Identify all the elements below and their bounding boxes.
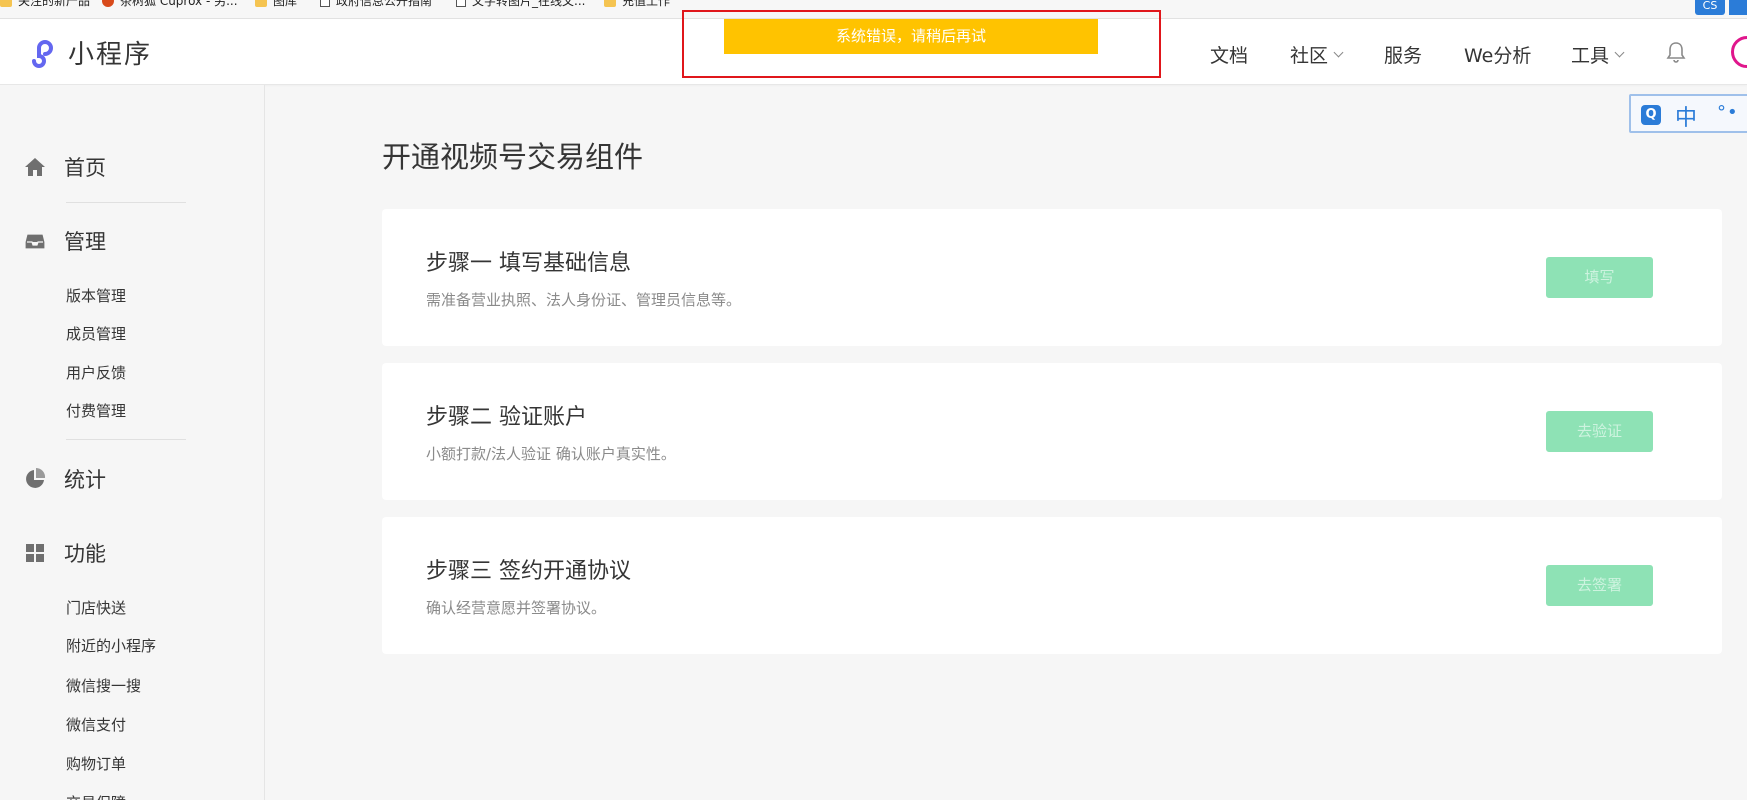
sidebar-item-stats[interactable]: 统计 [24,464,106,494]
folder-icon [0,0,12,7]
logo[interactable]: 小程序 [24,34,152,71]
fill-in-button[interactable]: 填写 [1546,257,1653,298]
sidebar-subitem-nearby[interactable]: 附近的小程序 [66,635,156,656]
sign-button[interactable]: 去签署 [1546,565,1653,606]
pie-chart-icon [26,468,46,488]
step-description: 确认经营意愿并签署协议。 [426,599,607,617]
nav-we-analytics[interactable]: We分析 [1464,41,1531,68]
bookmark-item[interactable]: 图库 [255,0,297,9]
sidebar-subitem-wechat-pay[interactable]: 微信支付 [66,714,126,735]
extension-button[interactable] [1729,0,1747,15]
bookmark-label: 文字转图片_在线文... [472,0,586,8]
nav-label: 工具 [1571,45,1610,67]
home-icon [25,158,45,176]
sidebar-subitem-feedback[interactable]: 用户反馈 [66,362,126,383]
error-toast: 系统错误，请稍后再试 [724,19,1098,54]
ime-punctuation-toggle[interactable]: °• [1717,102,1739,123]
user-avatar[interactable] [1731,36,1747,68]
sidebar-item-label: 统计 [64,468,106,492]
divider [66,202,186,203]
extension-cs-button[interactable]: CS [1695,0,1725,15]
nav-services[interactable]: 服务 [1384,41,1422,68]
bookmark-item[interactable]: 政府信息公开指南 [320,0,432,9]
folder-icon [255,0,267,7]
bookmark-item[interactable]: 茶树狐 Cuprox - 另... [102,0,238,9]
bookmark-item[interactable]: 文字转图片_在线文... [456,0,585,9]
folder-icon [604,0,616,7]
step-title: 步骤一 填写基础信息 [426,251,631,276]
sidebar-item-label: 功能 [64,542,106,566]
logo-text: 小程序 [68,40,153,70]
step-description: 需准备营业执照、法人身份证、管理员信息等。 [426,291,742,309]
ime-logo-icon[interactable]: Q [1641,105,1661,125]
sidebar: 首页 管理 版本管理 成员管理 用户反馈 付费管理 统计 功能 门店快送 附近的… [0,85,265,800]
nav-label: 社区 [1290,45,1329,67]
divider [66,439,186,440]
step-description: 小额打款/法人验证 确认账户真实性。 [426,445,676,463]
sidebar-subitem-members[interactable]: 成员管理 [66,323,126,344]
page-icon [456,0,466,7]
verify-button[interactable]: 去验证 [1546,411,1653,452]
ime-language-toggle[interactable]: 中 [1675,100,1697,132]
bookmark-label: 政府信息公开指南 [336,0,433,8]
sidebar-subitem-store-delivery[interactable]: 门店快送 [66,597,126,618]
bookmark-item[interactable]: 关注的新产品 [0,0,90,9]
step-title: 步骤二 验证账户 [426,405,587,430]
bookmark-label: 茶树狐 Cuprox - 另... [120,0,238,8]
sidebar-item-label: 管理 [64,230,106,254]
bookmark-label: 充值工作 [622,0,671,8]
sidebar-subitem-trade-guarantee[interactable]: 交易保障 [66,792,126,800]
ime-toolbar[interactable]: Q 中 °• [1629,94,1747,133]
grid-icon [26,544,44,562]
bookmark-item[interactable]: 充值工作 [604,0,670,9]
sidebar-subitem-search[interactable]: 微信搜一搜 [66,675,141,696]
sidebar-item-label: 首页 [64,156,106,180]
nav-label: We分析 [1464,45,1532,67]
bookmark-label: 关注的新产品 [18,0,91,8]
chevron-down-icon [1333,47,1344,58]
sidebar-item-manage[interactable]: 管理 [24,226,106,256]
sidebar-item-features[interactable]: 功能 [24,538,106,568]
step-card: 步骤三 签约开通协议 确认经营意愿并签署协议。 去签署 [382,517,1722,654]
inbox-icon [24,233,46,250]
step-title: 步骤三 签约开通协议 [426,559,631,584]
page-title: 开通视频号交易组件 [382,140,644,174]
nav-label: 服务 [1384,45,1423,67]
sidebar-subitem-orders[interactable]: 购物订单 [66,753,126,774]
sidebar-item-home[interactable]: 首页 [24,152,106,182]
firefox-icon [102,0,114,7]
step-card: 步骤一 填写基础信息 需准备营业执照、法人身份证、管理员信息等。 填写 [382,209,1722,346]
nav-community[interactable]: 社区 [1290,41,1344,68]
bell-icon[interactable] [1664,40,1688,64]
nav-label: 文档 [1210,45,1249,67]
sidebar-subitem-versions[interactable]: 版本管理 [66,285,126,306]
step-card: 步骤二 验证账户 小额打款/法人验证 确认账户真实性。 去验证 [382,363,1722,500]
sidebar-subitem-billing[interactable]: 付费管理 [66,400,126,421]
bookmark-label: 图库 [273,0,298,8]
chevron-down-icon [1614,47,1625,58]
browser-extension-buttons[interactable]: CS [1695,0,1747,16]
nav-docs[interactable]: 文档 [1210,41,1248,68]
nav-tools[interactable]: 工具 [1571,41,1625,68]
page-icon [320,0,330,7]
miniprogram-logo-icon [32,39,53,68]
